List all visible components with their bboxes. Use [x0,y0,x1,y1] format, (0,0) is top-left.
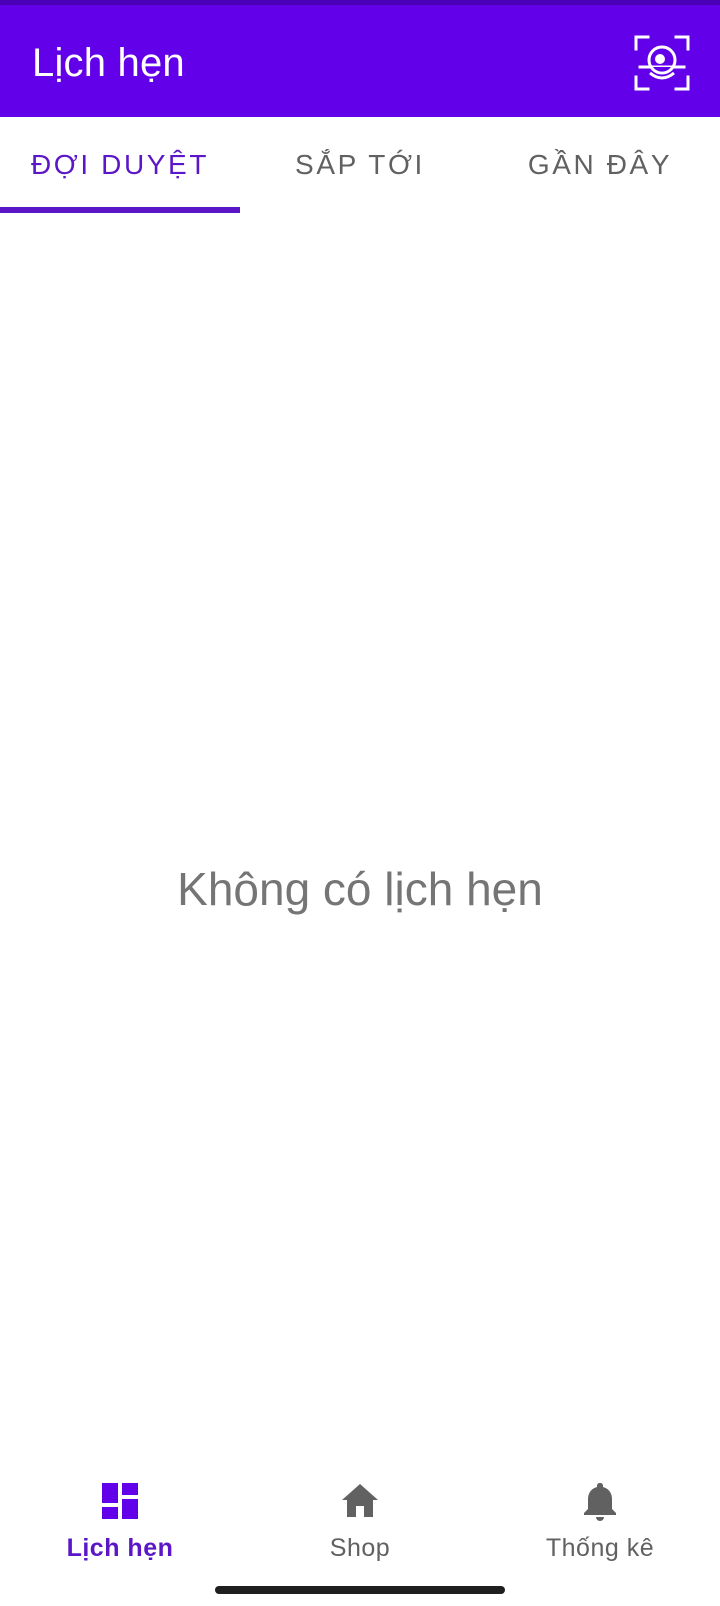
face-scan-icon [634,35,690,91]
page-title: Lịch hẹn [32,41,185,85]
face-scan-button[interactable] [632,33,692,93]
tab-upcoming[interactable]: SẮP TỚI [240,117,480,213]
tab-pending[interactable]: ĐỢI DUYỆT [0,117,240,213]
nav-item-appointments[interactable]: Lịch hẹn [0,1453,240,1573]
app-bar: Lịch hẹn [0,5,720,117]
nav-label-appointments: Lịch hẹn [66,1534,174,1562]
empty-state-message: Không có lịch hẹn [177,863,543,915]
dashboard-icon [100,1481,140,1521]
nav-item-shop[interactable]: Shop [240,1453,480,1573]
nav-label-statistics: Thống kê [545,1534,655,1562]
nav-item-statistics[interactable]: Thống kê [480,1453,720,1573]
appointment-list: Không có lịch hẹn [0,213,720,1453]
home-icon [340,1481,380,1521]
nav-label-shop: Shop [329,1534,391,1562]
home-gesture-bar[interactable] [215,1586,505,1594]
tab-recent[interactable]: GẦN ĐÂY [480,117,720,213]
bottom-navigation: Lịch hẹn Shop Thống kê [0,1453,720,1573]
bell-icon [580,1481,620,1521]
tab-bar: ĐỢI DUYỆT SẮP TỚI GẦN ĐÂY [0,117,720,213]
